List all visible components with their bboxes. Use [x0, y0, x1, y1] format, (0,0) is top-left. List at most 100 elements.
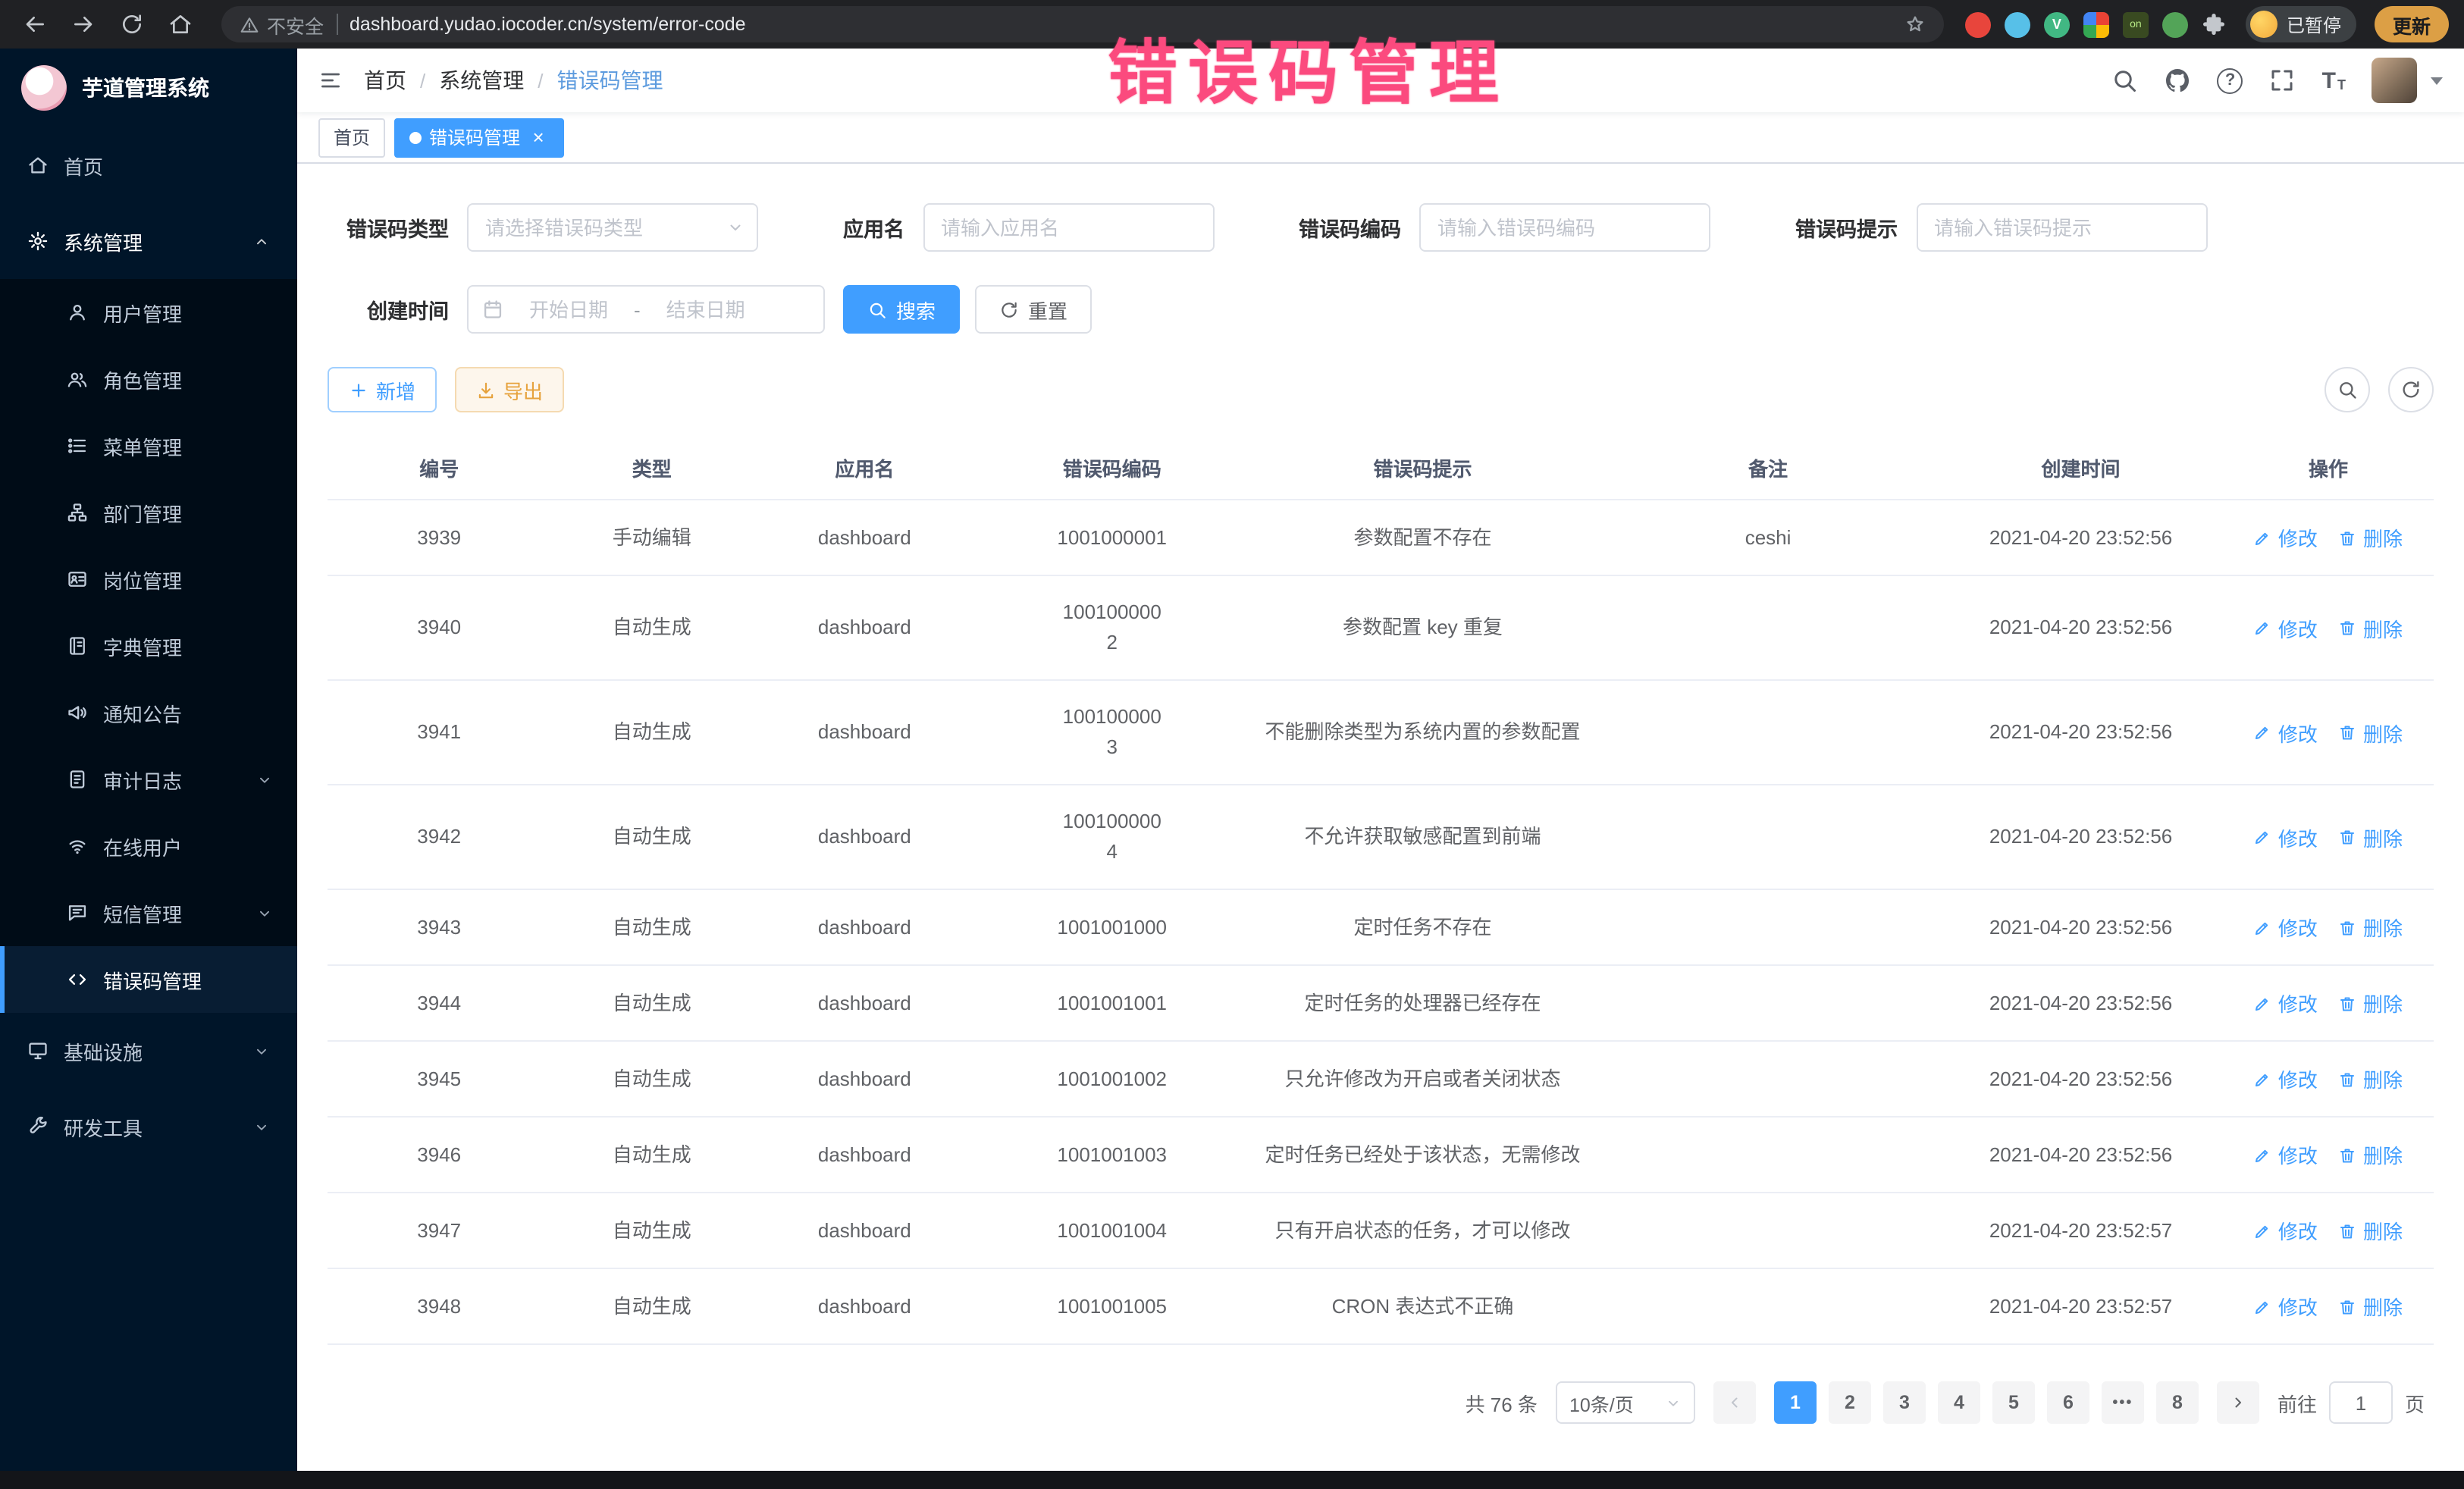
- sidebar-item-dept-management[interactable]: 部门管理: [0, 479, 297, 546]
- page-button[interactable]: 2: [1829, 1381, 1871, 1424]
- page-button[interactable]: 8: [2156, 1381, 2199, 1424]
- delete-link[interactable]: 删除: [2339, 1216, 2403, 1245]
- profile-paused-badge[interactable]: 已暂停: [2246, 6, 2356, 42]
- sidebar-item-dict-management[interactable]: 字典管理: [0, 613, 297, 679]
- extension-red-icon[interactable]: [1965, 11, 1991, 37]
- error-code-input[interactable]: [1419, 203, 1710, 252]
- extension-on-icon[interactable]: [2123, 11, 2149, 37]
- sidebar-fold-button[interactable]: [297, 49, 364, 112]
- edit-link[interactable]: 修改: [2254, 1140, 2318, 1169]
- browser-update-button[interactable]: 更新: [2375, 6, 2449, 42]
- sidebar-item-audit-log[interactable]: 审计日志: [0, 746, 297, 813]
- table-row: 3946 自动生成 dashboard 1001001003 定时任务已经处于该…: [328, 1118, 2434, 1193]
- edit-link[interactable]: 修改: [2254, 718, 2318, 747]
- sidebar-item-post-management[interactable]: 岗位管理: [0, 546, 297, 613]
- avatar-caret-icon[interactable]: [2431, 77, 2443, 84]
- extension-green-icon[interactable]: [2162, 11, 2188, 37]
- sidebar-item-user-management[interactable]: 用户管理: [0, 279, 297, 346]
- browser-back-button[interactable]: [15, 5, 55, 44]
- app-name-input[interactable]: [923, 203, 1214, 252]
- edit-link[interactable]: 修改: [2254, 1292, 2318, 1321]
- delete-link[interactable]: 删除: [2339, 523, 2403, 552]
- export-button[interactable]: 导出: [455, 367, 564, 412]
- delete-link[interactable]: 删除: [2339, 1140, 2403, 1169]
- sidebar-item-system-management[interactable]: 系统管理: [0, 203, 297, 279]
- delete-link[interactable]: 删除: [2339, 989, 2403, 1017]
- edit-link[interactable]: 修改: [2254, 1064, 2318, 1093]
- cell-code: 1001000001: [977, 501, 1248, 574]
- page-size-select[interactable]: 10条/页: [1556, 1381, 1695, 1424]
- sidebar-item-notice[interactable]: 通知公告: [0, 679, 297, 746]
- user-avatar[interactable]: [2372, 58, 2417, 103]
- error-hint-input[interactable]: [1916, 203, 2207, 252]
- delete-link[interactable]: 删除: [2339, 1292, 2403, 1321]
- date-range-picker[interactable]: -: [467, 285, 825, 334]
- cell-operations: 修改 删除: [2223, 1119, 2434, 1190]
- bookmark-star-icon[interactable]: [1904, 14, 1926, 35]
- cell-operations: 修改 删除: [2223, 592, 2434, 663]
- sidebar-item-sms-management[interactable]: 短信管理: [0, 879, 297, 946]
- fullscreen-icon[interactable]: [2269, 67, 2296, 94]
- edit-link[interactable]: 修改: [2254, 989, 2318, 1017]
- edit-link[interactable]: 修改: [2254, 1216, 2318, 1245]
- delete-link[interactable]: 删除: [2339, 823, 2403, 851]
- breadcrumb-home[interactable]: 首页: [364, 65, 406, 96]
- font-size-icon[interactable]: [2322, 69, 2346, 92]
- extension-grid-icon[interactable]: [2083, 11, 2109, 37]
- security-indicator[interactable]: 不安全: [240, 10, 324, 39]
- end-date-input[interactable]: [650, 298, 762, 321]
- edit-link[interactable]: 修改: [2254, 823, 2318, 851]
- breadcrumb-system-management[interactable]: 系统管理: [439, 65, 524, 96]
- chevron-right-icon: [2229, 1393, 2247, 1412]
- extensions-puzzle-icon[interactable]: [2202, 11, 2227, 37]
- reset-button[interactable]: 重置: [975, 285, 1092, 334]
- sidebar-item-home[interactable]: 首页: [0, 127, 297, 203]
- browser-home-button[interactable]: [161, 5, 200, 44]
- page-button[interactable]: •••: [2102, 1381, 2144, 1424]
- home-icon: [27, 155, 49, 176]
- delete-link[interactable]: 删除: [2339, 913, 2403, 942]
- tab-home[interactable]: 首页: [318, 118, 385, 157]
- cell-remark: [1597, 1058, 1939, 1100]
- next-page-button[interactable]: [2217, 1381, 2259, 1424]
- start-date-input[interactable]: [513, 298, 625, 321]
- sidebar-item-infrastructure[interactable]: 基础设施: [0, 1013, 297, 1089]
- vue-devtools-icon[interactable]: [2044, 11, 2070, 37]
- page-button[interactable]: 6: [2047, 1381, 2089, 1424]
- edit-link[interactable]: 修改: [2254, 523, 2318, 552]
- toggle-search-button[interactable]: [2324, 367, 2370, 412]
- prev-page-button[interactable]: [1713, 1381, 1756, 1424]
- error-code-type-select[interactable]: [467, 203, 758, 252]
- delete-link[interactable]: 删除: [2339, 613, 2403, 642]
- cell-hint: 定时任务已经处于该状态，无需修改: [1248, 1118, 1597, 1191]
- search-icon[interactable]: [2111, 67, 2139, 94]
- page-button[interactable]: 3: [1883, 1381, 1926, 1424]
- sidebar-item-dev-tools[interactable]: 研发工具: [0, 1089, 297, 1165]
- tab-error-code-management[interactable]: 错误码管理: [394, 118, 564, 157]
- sidebar-item-role-management[interactable]: 角色管理: [0, 346, 297, 412]
- app-logo[interactable]: 芋道管理系统: [0, 49, 297, 127]
- extension-drop-icon[interactable]: [2005, 11, 2030, 37]
- tab-close-icon[interactable]: [528, 127, 549, 148]
- add-button[interactable]: 新增: [328, 367, 437, 412]
- users-icon: [67, 368, 88, 390]
- help-icon[interactable]: [2218, 67, 2243, 93]
- page-button[interactable]: 5: [1992, 1381, 2035, 1424]
- sidebar-item-menu-management[interactable]: 菜单管理: [0, 412, 297, 479]
- delete-link[interactable]: 删除: [2339, 1064, 2403, 1093]
- refresh-table-button[interactable]: [2388, 367, 2434, 412]
- browser-reload-button[interactable]: [112, 5, 152, 44]
- edit-link[interactable]: 修改: [2254, 913, 2318, 942]
- goto-page-input[interactable]: [2329, 1381, 2393, 1424]
- address-bar[interactable]: 不安全 dashboard.yudao.iocoder.cn/system/er…: [221, 6, 1944, 42]
- gear-icon: [27, 230, 49, 252]
- page-button[interactable]: 1: [1774, 1381, 1817, 1424]
- sidebar-item-online-users[interactable]: 在线用户: [0, 813, 297, 879]
- github-icon[interactable]: [2165, 67, 2192, 94]
- sidebar-item-error-code-management[interactable]: 错误码管理: [0, 946, 297, 1013]
- page-button[interactable]: 4: [1938, 1381, 1980, 1424]
- delete-link[interactable]: 删除: [2339, 718, 2403, 747]
- browser-forward-button[interactable]: [64, 5, 103, 44]
- edit-link[interactable]: 修改: [2254, 613, 2318, 642]
- search-button[interactable]: 搜索: [843, 285, 960, 334]
